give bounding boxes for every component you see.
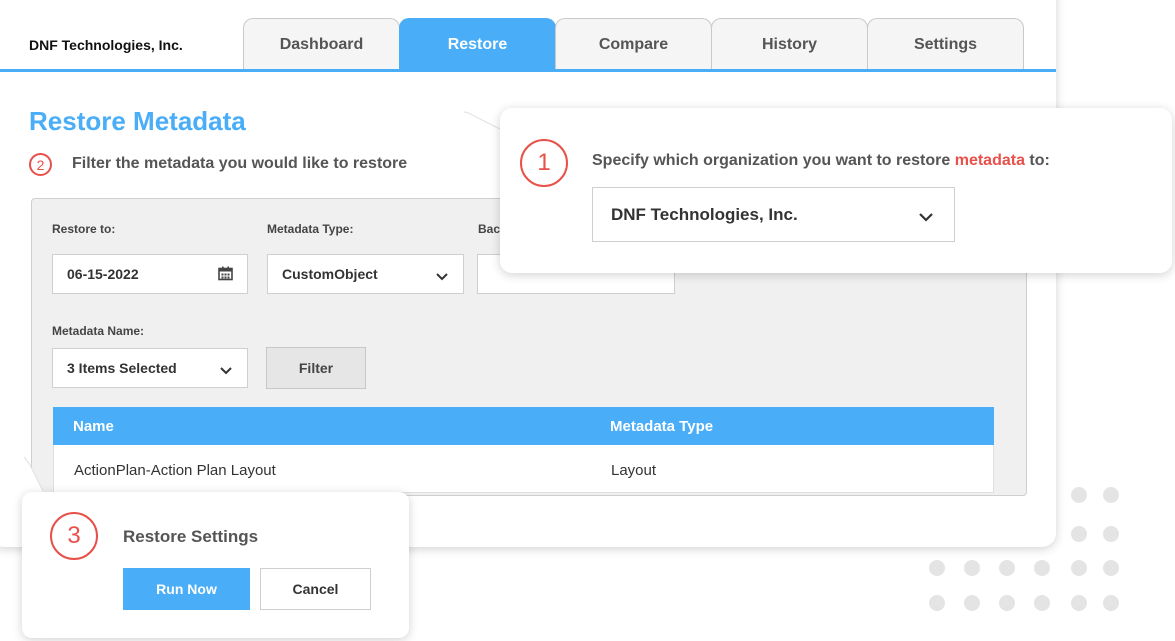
restore-to-value: 06-15-2022 bbox=[67, 266, 139, 282]
org-name: DNF Technologies, Inc. bbox=[29, 37, 183, 53]
backup-label: Bac bbox=[478, 222, 501, 236]
tab-restore[interactable]: Restore bbox=[399, 18, 556, 70]
cancel-button[interactable]: Cancel bbox=[260, 568, 371, 610]
page-title: Restore Metadata bbox=[29, 106, 246, 136]
tab-compare[interactable]: Compare bbox=[555, 18, 712, 70]
filter-button[interactable]: Filter bbox=[266, 347, 366, 389]
metadata-name-label: Metadata Name: bbox=[52, 324, 145, 338]
restore-to-date-field[interactable]: 06-15-2022 bbox=[52, 254, 248, 294]
table-row[interactable]: ActionPlan-Action Plan Layout Layout bbox=[53, 445, 994, 493]
callout-1-text: Specify which organization you want to r… bbox=[592, 152, 1050, 170]
tab-settings[interactable]: Settings bbox=[867, 18, 1024, 70]
step-3-badge: 3 bbox=[50, 512, 98, 560]
callout-1-text-highlight: metadata bbox=[954, 152, 1025, 169]
restore-settings-title: Restore Settings bbox=[123, 527, 259, 546]
tab-bar: Dashboard Restore Compare History Settin… bbox=[243, 18, 1024, 70]
organization-select[interactable]: DNF Technologies, Inc. bbox=[592, 187, 955, 242]
column-header-metadata-type[interactable]: Metadata Type bbox=[610, 418, 713, 435]
calendar-icon[interactable] bbox=[218, 266, 233, 284]
metadata-type-value: CustomObject bbox=[282, 266, 378, 282]
callout-1-text-before: Specify which organization you want to r… bbox=[592, 152, 955, 169]
header-divider bbox=[0, 69, 1056, 72]
step-1-badge: 1 bbox=[520, 139, 568, 187]
chevron-down-icon bbox=[918, 208, 934, 228]
metadata-name-value: 3 Items Selected bbox=[67, 360, 177, 376]
metadata-type-label: Metadata Type: bbox=[267, 222, 354, 236]
step-2-text: Filter the metadata you would like to re… bbox=[72, 155, 408, 172]
organization-select-value: DNF Technologies, Inc. bbox=[611, 204, 798, 224]
run-now-button[interactable]: Run Now bbox=[123, 568, 250, 610]
metadata-type-select[interactable]: CustomObject bbox=[267, 254, 464, 294]
callout-1-text-after: to: bbox=[1024, 152, 1050, 169]
column-header-name[interactable]: Name bbox=[73, 418, 114, 435]
row-name-cell: ActionPlan-Action Plan Layout bbox=[74, 462, 276, 479]
restore-to-label: Restore to: bbox=[52, 222, 116, 236]
chevron-down-icon bbox=[435, 269, 449, 285]
chevron-down-icon bbox=[219, 363, 233, 379]
tab-history[interactable]: History bbox=[711, 18, 868, 70]
row-type-cell: Layout bbox=[611, 462, 657, 479]
tab-dashboard[interactable]: Dashboard bbox=[243, 18, 400, 70]
step-2-badge: 2 bbox=[29, 153, 52, 176]
table-header: Name Metadata Type bbox=[53, 407, 994, 445]
metadata-name-select[interactable]: 3 Items Selected bbox=[52, 348, 248, 388]
